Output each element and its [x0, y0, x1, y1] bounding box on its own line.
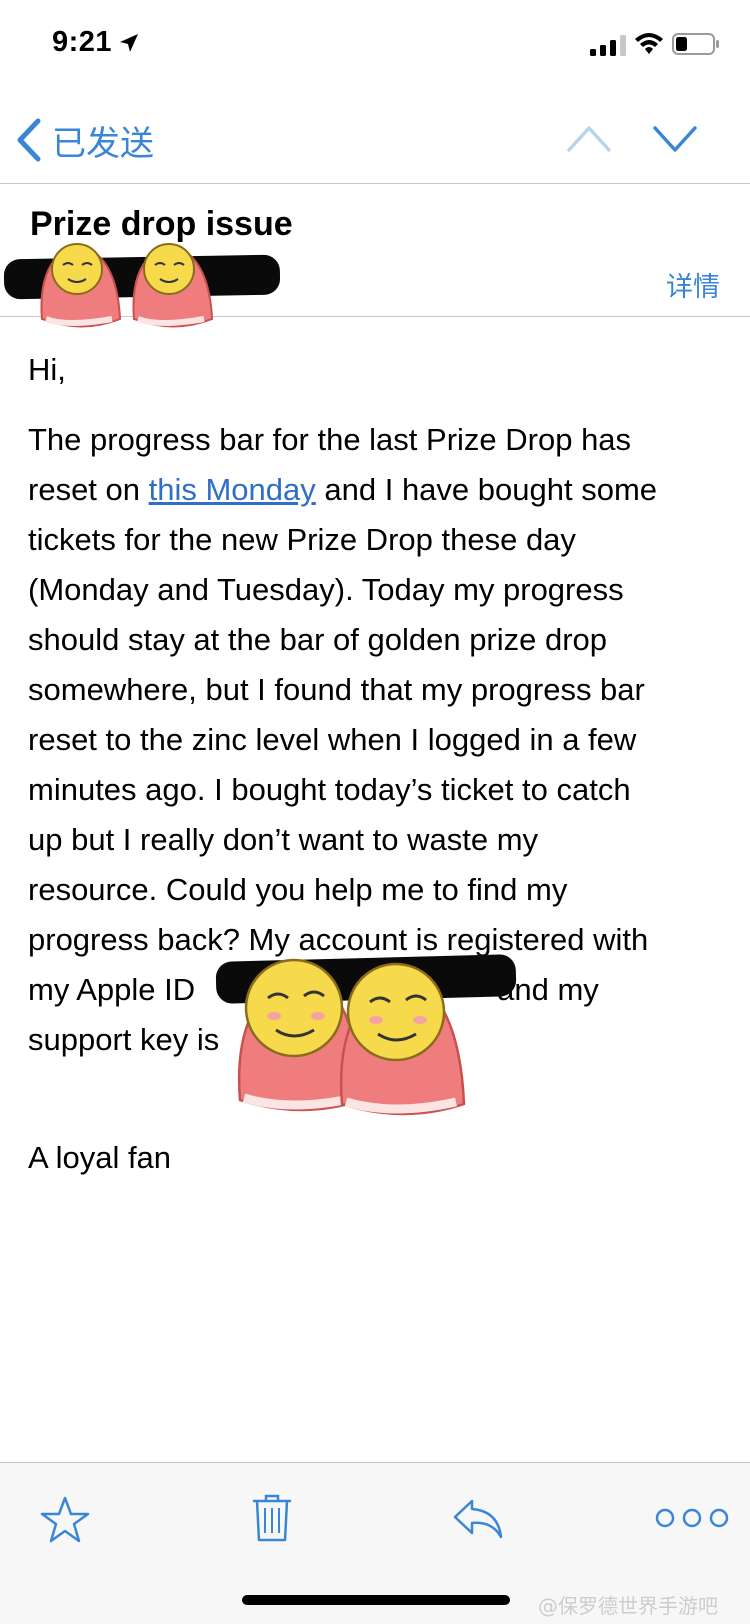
body-text: reset on — [28, 472, 149, 507]
body-line: tickets for the new Prize Drop these day — [28, 522, 576, 557]
sticker-emoji-icon — [237, 958, 466, 1116]
body-line: minutes ago. I bought today’s ticket to … — [28, 772, 631, 807]
body-text: my Apple ID — [28, 972, 196, 1007]
next-message-chevron-down-icon[interactable] — [652, 122, 698, 154]
cellular-signal-icon — [590, 35, 626, 56]
body-text: and I have bought some — [315, 472, 658, 507]
status-bar: 9:21 — [0, 0, 750, 90]
nav-bar: 已发送 — [0, 100, 750, 184]
date-link[interactable]: this Monday — [149, 472, 316, 507]
watermark: @保罗德世界手游吧 — [538, 1594, 718, 1618]
mail-signoff: A loyal fan — [28, 1140, 172, 1175]
reply-icon[interactable] — [452, 1497, 504, 1541]
previous-message-chevron-up-icon[interactable] — [566, 122, 612, 154]
body-line: The progress bar for the last Prize Drop… — [28, 422, 632, 457]
home-indicator[interactable] — [242, 1595, 510, 1605]
body-line: (Monday and Tuesday). Today my progress — [28, 572, 624, 607]
battery-icon — [672, 33, 719, 55]
wifi-icon — [635, 33, 663, 54]
back-button[interactable]: 已发送 — [14, 112, 154, 168]
sticker-emoji-icon — [40, 242, 214, 328]
star-icon[interactable] — [40, 1495, 90, 1545]
body-line: resource. Could you help me to find my — [28, 872, 568, 907]
back-label: 已发送 — [52, 123, 154, 164]
details-link[interactable]: 详情 — [666, 265, 720, 304]
mail-header: Prize drop issue 详情 — [0, 185, 750, 328]
mail-greeting: Hi, — [28, 352, 66, 387]
body-line: reset to the zinc level when I logged in… — [28, 722, 637, 757]
body-line: somewhere, but I found that my progress … — [28, 672, 645, 707]
body-line: reset on this Monday and I have bought s… — [28, 465, 728, 515]
status-time: 9:21 — [52, 26, 113, 58]
trash-icon[interactable] — [252, 1493, 292, 1543]
body-line: up but I really don’t want to waste my — [28, 822, 539, 857]
body-line: should stay at the bar of golden prize d… — [28, 622, 608, 657]
more-icon[interactable] — [654, 1507, 730, 1529]
location-arrow-icon — [120, 34, 138, 52]
chevron-left-icon — [17, 118, 41, 162]
